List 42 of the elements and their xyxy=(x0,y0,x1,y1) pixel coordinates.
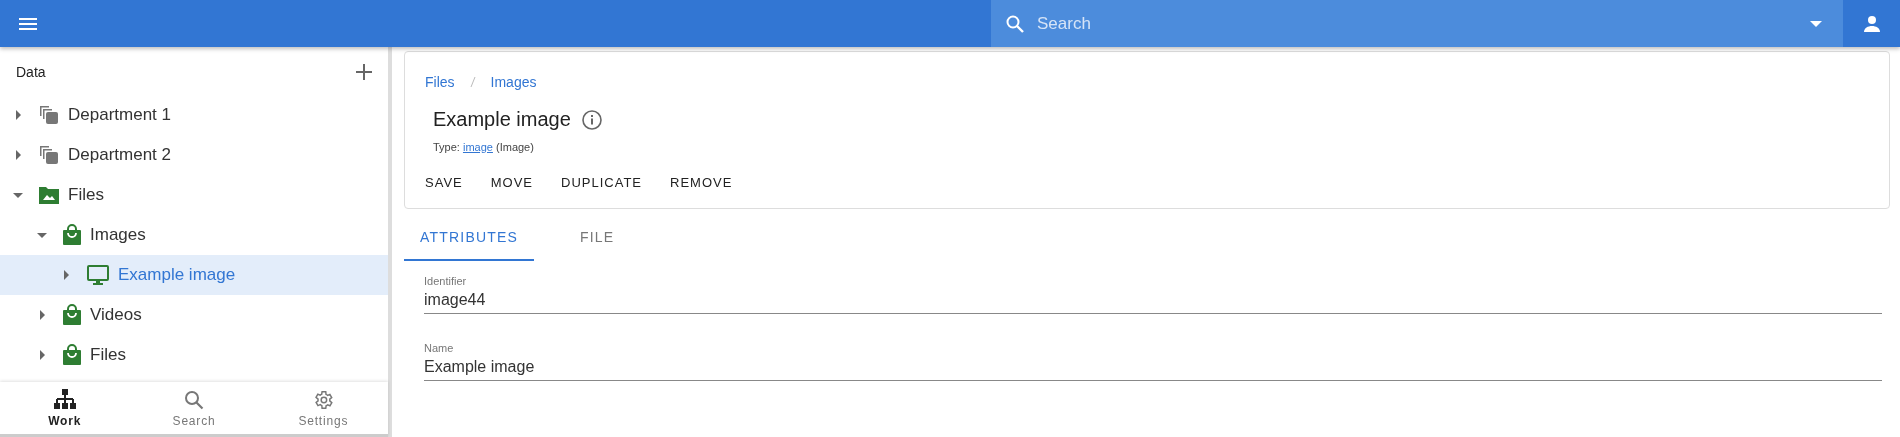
action-button[interactable]: REMOVE xyxy=(658,169,745,196)
input-field[interactable]: Example image xyxy=(424,354,1882,376)
tab[interactable]: FILE xyxy=(534,215,661,261)
breadcrumb-link[interactable]: Images xyxy=(490,74,537,90)
search-field[interactable]: Search xyxy=(991,0,1843,47)
type-link[interactable]: image xyxy=(462,141,493,153)
type-name: (Image) xyxy=(496,141,534,153)
image-folder-icon xyxy=(38,185,60,205)
field-label: Identifier xyxy=(424,275,468,287)
info-icon[interactable] xyxy=(580,108,603,131)
breadcrumb-link[interactable]: Files xyxy=(425,74,455,90)
input-field[interactable]: image44 xyxy=(424,287,1882,309)
stacked-squares-icon xyxy=(38,104,60,126)
action-button[interactable]: DUPLICATE xyxy=(549,169,654,196)
tree-item[interactable]: Department 1 xyxy=(0,95,388,135)
tree-item[interactable]: Example image xyxy=(0,255,388,295)
stacked-squares-icon xyxy=(38,144,60,166)
nav-tab[interactable]: Work xyxy=(0,382,130,434)
sidebar-title: Data xyxy=(16,64,46,80)
field-label: Name xyxy=(424,342,455,354)
shopping-bag-icon xyxy=(62,224,82,246)
nav-tab[interactable]: Search xyxy=(129,382,259,434)
separator-icon xyxy=(468,76,477,88)
tree-item[interactable]: Files xyxy=(0,335,388,375)
tab[interactable]: ATTRIBUTES xyxy=(404,215,535,261)
tree-item[interactable]: Department 2 xyxy=(0,135,388,175)
search-icon xyxy=(183,388,205,411)
settings-icon xyxy=(312,388,335,411)
action-button[interactable]: SAVE xyxy=(413,169,475,196)
shopping-bag-icon xyxy=(62,304,82,326)
monitor-icon xyxy=(86,264,110,286)
page-title: Example image xyxy=(433,108,571,131)
hierarchy-icon xyxy=(52,388,77,411)
shopping-bag-icon xyxy=(62,344,82,366)
action-button[interactable]: MOVE xyxy=(478,169,545,196)
tree-item[interactable]: Files xyxy=(0,175,388,215)
tree-item[interactable]: Images xyxy=(0,215,388,255)
dropdown-caret-icon[interactable] xyxy=(1809,19,1823,28)
tree-item[interactable]: Videos xyxy=(0,295,388,335)
nav-tab[interactable]: Settings xyxy=(258,382,388,434)
type-label: Type: xyxy=(433,141,460,153)
search-input[interactable]: Search xyxy=(1035,12,1801,35)
